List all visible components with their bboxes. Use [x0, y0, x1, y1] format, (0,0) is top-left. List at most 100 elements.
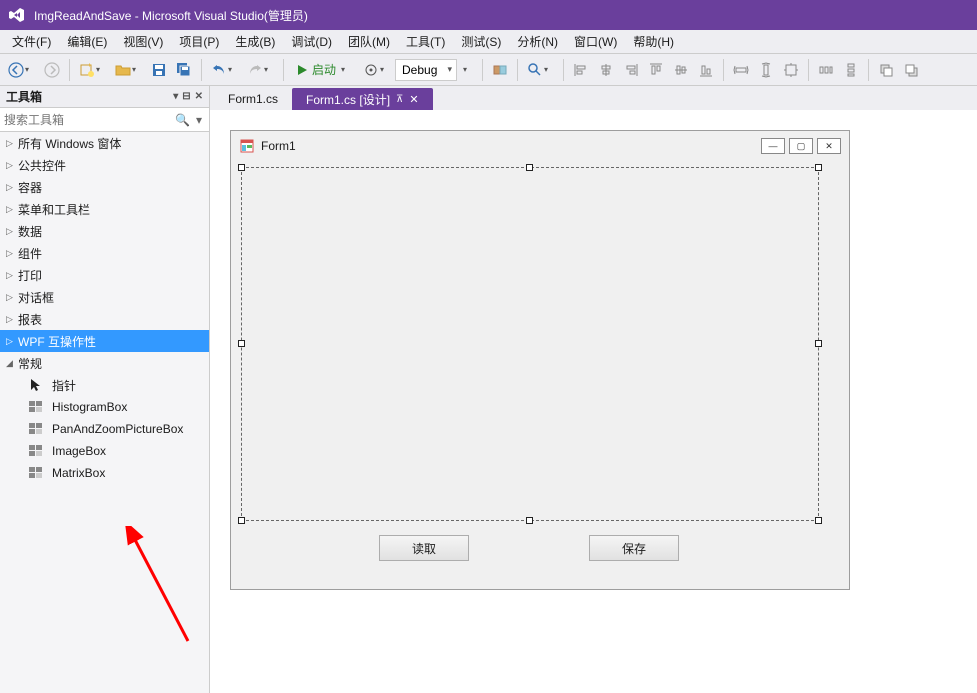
close-tab-icon[interactable]: ✕: [409, 93, 418, 106]
form-icon: [239, 138, 255, 154]
search-icon[interactable]: 🔍: [172, 113, 193, 127]
separator: [69, 59, 70, 81]
component-icon: [28, 422, 44, 436]
menu-team[interactable]: 团队(M): [340, 30, 398, 53]
resize-handle-w[interactable]: [238, 340, 245, 347]
separator: [283, 59, 284, 81]
resize-handle-e[interactable]: [815, 340, 822, 347]
group-general[interactable]: ◢常规: [0, 352, 209, 374]
window-title: ImgReadAndSave - Microsoft Visual Studio…: [34, 7, 308, 24]
menu-debug[interactable]: 调试(D): [283, 30, 340, 53]
group-dialogs[interactable]: ▷对话框: [0, 286, 209, 308]
visual-studio-logo-icon: [8, 6, 26, 24]
group-print[interactable]: ▷打印: [0, 264, 209, 286]
component-icon: [28, 466, 44, 480]
form-window[interactable]: Form1 — ▢ ✕: [230, 130, 850, 590]
align-bottom-button[interactable]: [694, 59, 718, 81]
group-reports[interactable]: ▷报表: [0, 308, 209, 330]
align-middle-v-button[interactable]: [669, 59, 693, 81]
clear-search-icon[interactable]: ▾: [193, 113, 205, 127]
design-canvas[interactable]: Form1 — ▢ ✕: [210, 110, 977, 693]
pin-icon[interactable]: ⊼: [396, 94, 403, 105]
resize-handle-s[interactable]: [526, 517, 533, 524]
hspace-equal-button[interactable]: [814, 59, 838, 81]
group-data[interactable]: ▷数据: [0, 220, 209, 242]
separator: [808, 59, 809, 81]
breakpoint-button[interactable]: [488, 59, 512, 81]
new-project-button[interactable]: ▾: [75, 59, 110, 81]
close-icon[interactable]: ✕: [195, 91, 203, 102]
group-containers[interactable]: ▷容器: [0, 176, 209, 198]
send-back-button[interactable]: [874, 59, 898, 81]
menu-edit[interactable]: 编辑(E): [59, 30, 115, 53]
menu-tools[interactable]: 工具(T): [398, 30, 453, 53]
menu-view[interactable]: 视图(V): [115, 30, 171, 53]
save-form-button[interactable]: 保存: [589, 535, 679, 561]
nav-back-button[interactable]: ▾: [4, 59, 39, 81]
imagebox-control[interactable]: [241, 167, 819, 521]
separator: [868, 59, 869, 81]
find-button[interactable]: ▾: [523, 59, 558, 81]
group-common-controls[interactable]: ▷公共控件: [0, 154, 209, 176]
align-center-h-button[interactable]: [594, 59, 618, 81]
toolbox-title: 工具箱: [6, 88, 42, 105]
save-all-button[interactable]: [172, 59, 196, 81]
vspace-equal-button[interactable]: [839, 59, 863, 81]
align-top-button[interactable]: [644, 59, 668, 81]
separator: [723, 59, 724, 81]
open-file-button[interactable]: ▾: [111, 59, 146, 81]
resize-handle-sw[interactable]: [238, 517, 245, 524]
same-size-button[interactable]: [779, 59, 803, 81]
menu-window[interactable]: 窗口(W): [566, 30, 625, 53]
menu-test[interactable]: 测试(S): [453, 30, 509, 53]
config-select[interactable]: Debug: [395, 59, 457, 81]
group-all-windows-forms[interactable]: ▷所有 Windows 窗体: [0, 132, 209, 154]
resize-handle-se[interactable]: [815, 517, 822, 524]
menu-file[interactable]: 文件(F): [4, 30, 59, 53]
component-icon: [28, 444, 44, 458]
pin-icon[interactable]: ⊟: [182, 91, 190, 102]
tool-histogrambox[interactable]: HistogramBox: [0, 396, 209, 418]
start-debug-button[interactable]: 启动▾: [289, 59, 358, 81]
tab-code[interactable]: Form1.cs: [214, 88, 292, 110]
menu-project[interactable]: 项目(P): [171, 30, 227, 53]
tab-design[interactable]: Form1.cs [设计]⊼✕: [292, 88, 433, 110]
group-components[interactable]: ▷组件: [0, 242, 209, 264]
dropdown-icon[interactable]: ▾: [173, 91, 178, 102]
menu-build[interactable]: 生成(B): [227, 30, 283, 53]
tool-pointer[interactable]: 指针: [0, 374, 209, 396]
bring-front-button[interactable]: [899, 59, 923, 81]
menu-analyze[interactable]: 分析(N): [509, 30, 566, 53]
same-width-button[interactable]: [729, 59, 753, 81]
nav-forward-button[interactable]: [40, 59, 64, 81]
same-height-button[interactable]: [754, 59, 778, 81]
resize-handle-ne[interactable]: [815, 164, 822, 171]
separator: [482, 59, 483, 81]
toolbox-search[interactable]: 🔍 ▾: [0, 108, 209, 132]
tool-panandzoompicturebox[interactable]: PanAndZoomPictureBox: [0, 418, 209, 440]
toolbox-panel: 工具箱 ▾ ⊟ ✕ 🔍 ▾ ▷所有 Windows 窗体 ▷公共控件 ▷容器 ▷…: [0, 86, 210, 693]
redo-button[interactable]: ▾: [243, 59, 278, 81]
undo-button[interactable]: ▾: [207, 59, 242, 81]
resize-handle-n[interactable]: [526, 164, 533, 171]
toolbox-tree: ▷所有 Windows 窗体 ▷公共控件 ▷容器 ▷菜单和工具栏 ▷数据 ▷组件…: [0, 132, 209, 693]
align-right-button[interactable]: [619, 59, 643, 81]
separator: [563, 59, 564, 81]
menu-help[interactable]: 帮助(H): [625, 30, 682, 53]
platform-select[interactable]: ▾: [458, 59, 477, 81]
tool-matrixbox[interactable]: MatrixBox: [0, 462, 209, 484]
close-icon: ✕: [817, 138, 841, 154]
save-button[interactable]: [147, 59, 171, 81]
component-icon: [28, 400, 44, 414]
form-body[interactable]: 读取 保存: [231, 161, 849, 589]
group-menus-toolbars[interactable]: ▷菜单和工具栏: [0, 198, 209, 220]
pointer-icon: [28, 378, 44, 392]
resize-handle-nw[interactable]: [238, 164, 245, 171]
debug-target-button[interactable]: ▾: [359, 59, 394, 81]
toolbox-search-input[interactable]: [4, 113, 172, 127]
group-wpf-interop[interactable]: ▷WPF 互操作性: [0, 330, 209, 352]
read-button[interactable]: 读取: [379, 535, 469, 561]
tool-imagebox[interactable]: ImageBox: [0, 440, 209, 462]
align-left-button[interactable]: [569, 59, 593, 81]
document-tabs: Form1.cs Form1.cs [设计]⊼✕: [210, 86, 977, 110]
